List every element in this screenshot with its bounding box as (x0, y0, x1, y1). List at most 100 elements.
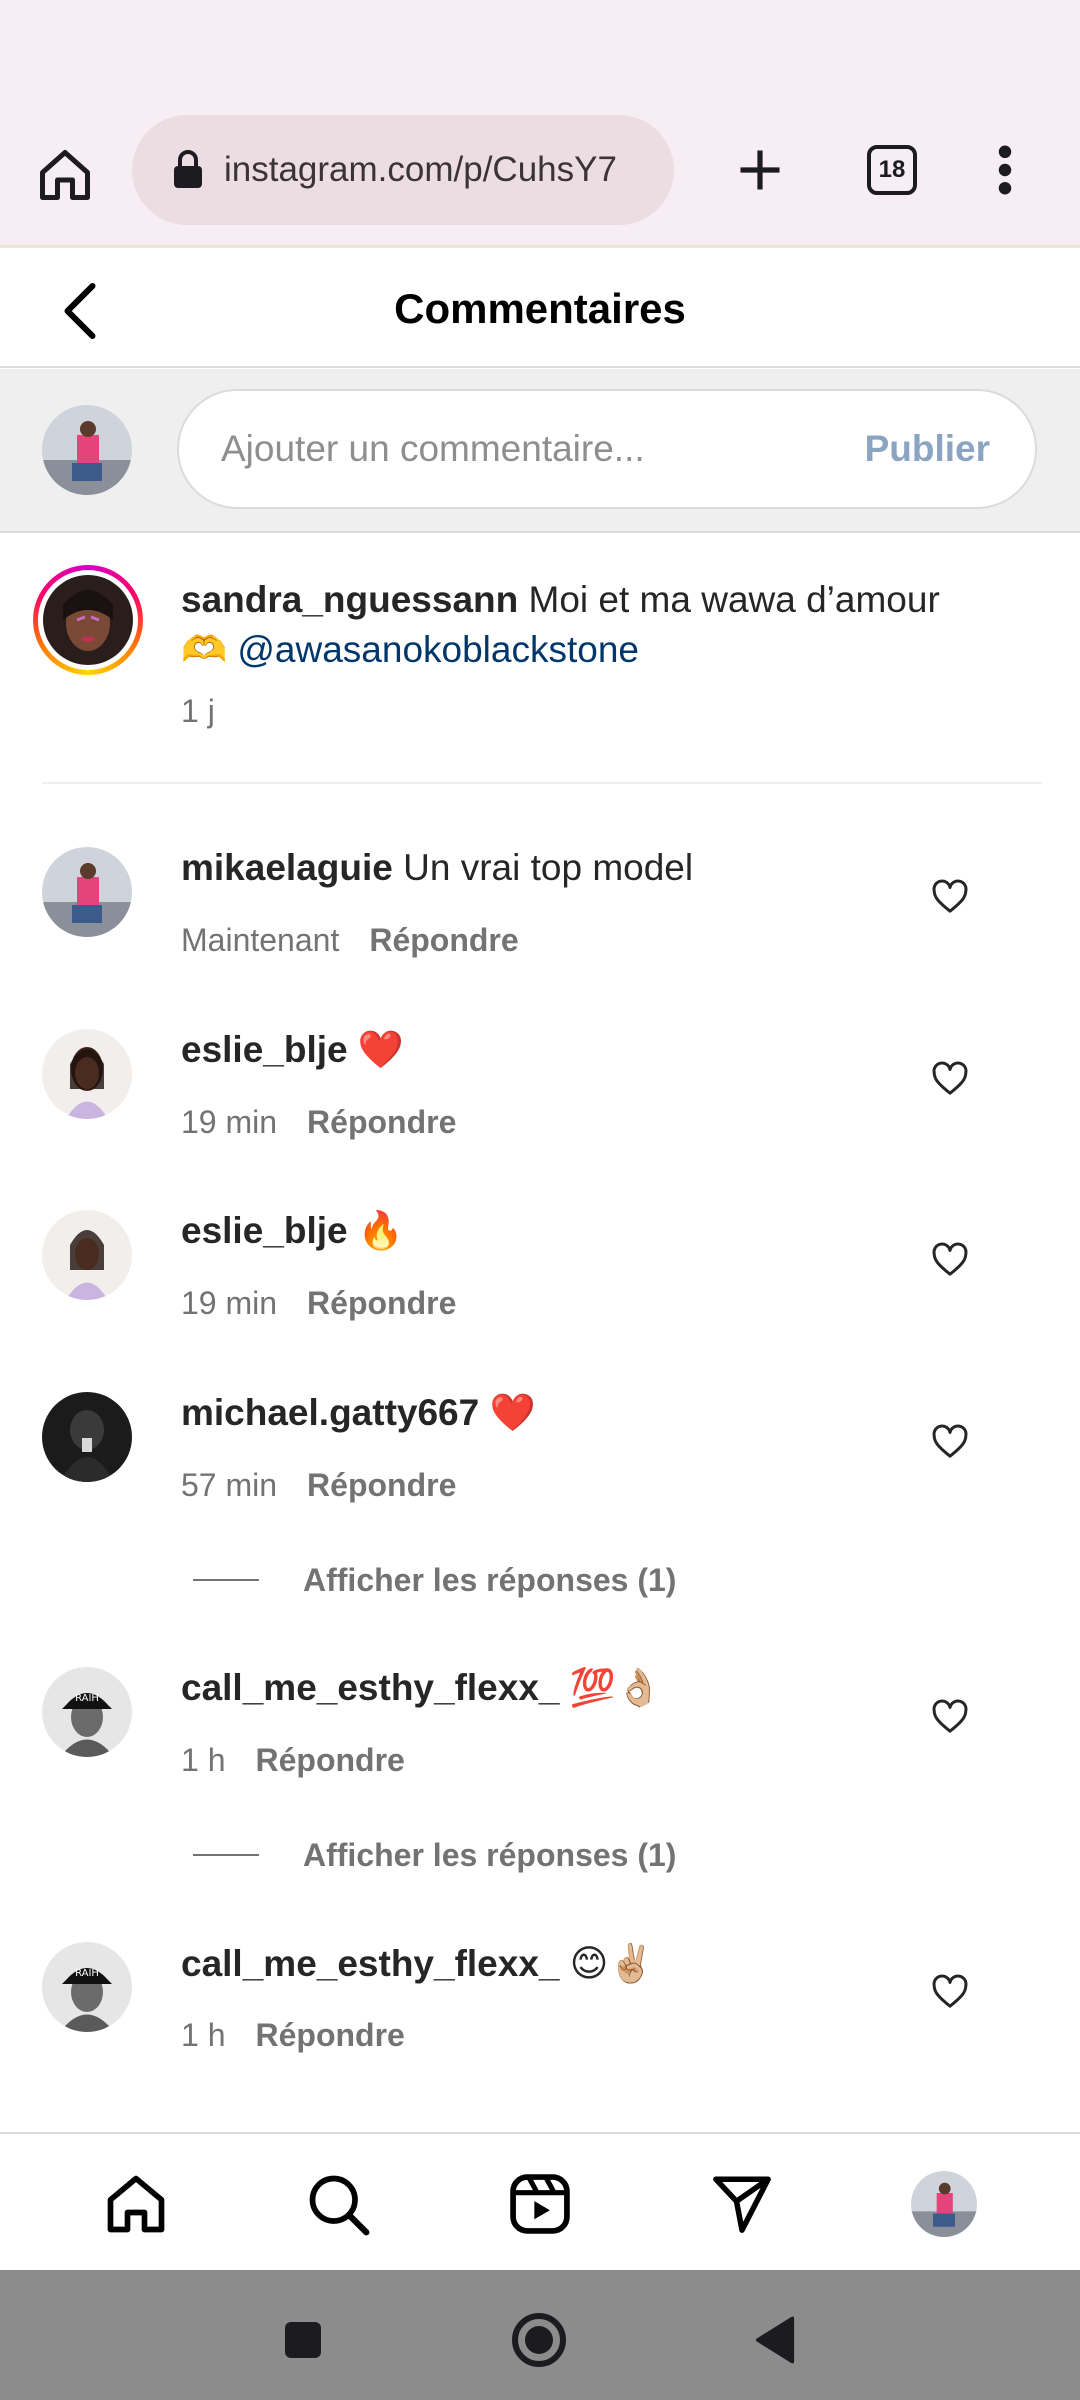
comment-line: call_me_esthy_flexx_ 😊✌🏼 (181, 1942, 654, 1986)
caption-text: sandra_nguessann Moi et ma wawa d’amour … (181, 575, 1041, 675)
back-button[interactable] (50, 276, 110, 346)
reply-button[interactable]: Répondre (369, 922, 518, 958)
avatar[interactable]: RAIH (42, 1667, 132, 1757)
comment-item: mikaelaguie Un vrai top model Maintenant… (0, 835, 1080, 1005)
system-nav-bar (0, 2270, 1080, 2400)
status-bar (0, 0, 1080, 100)
nav-profile-button[interactable] (908, 2168, 980, 2240)
nav-reels-button[interactable] (504, 2168, 576, 2240)
current-user-avatar (42, 405, 132, 495)
recents-button[interactable] (268, 2305, 338, 2375)
heart-icon[interactable] (930, 1059, 970, 1099)
comment-meta: 19 min Répondre (181, 1104, 456, 1141)
avatar (43, 575, 133, 665)
comment-text: ❤️ (357, 1029, 404, 1070)
comment-field: Publier (177, 389, 1037, 509)
heart-icon[interactable] (930, 1240, 970, 1280)
svg-text:RAIH: RAIH (75, 1968, 99, 1979)
comment-line: eslie_blje ❤️ (181, 1029, 404, 1072)
comment-meta: 19 min Répondre (181, 1285, 456, 1322)
nav-home-button[interactable] (100, 2168, 172, 2240)
heart-icon[interactable] (930, 877, 970, 917)
browser-menu-button[interactable] (985, 135, 1025, 205)
comment-username[interactable]: call_me_esthy_flexx_ (181, 1667, 560, 1708)
reply-button[interactable]: Répondre (307, 1285, 456, 1321)
comment-username[interactable]: call_me_esthy_flexx_ (181, 1943, 560, 1984)
reply-button[interactable]: Répondre (255, 2017, 404, 2053)
caption-mention[interactable]: @awasanokoblackstone (237, 629, 639, 670)
reply-button[interactable]: Répondre (307, 1467, 456, 1503)
comment-username[interactable]: michael.gatty667 (181, 1392, 479, 1433)
comment-time: 19 min (181, 1285, 278, 1321)
send-icon (713, 2176, 771, 2233)
browser-toolbar: instagram.com/p/CuhsY7 18 (0, 100, 1080, 248)
tab-switcher-button[interactable]: 18 (862, 140, 922, 200)
comment-meta: 1 h Répondre (181, 2017, 405, 2054)
story-ring-avatar[interactable] (33, 565, 143, 675)
search-icon (309, 2175, 370, 2236)
square-icon (285, 2322, 321, 2358)
divider (42, 782, 1042, 784)
heart-icon[interactable] (930, 1972, 970, 2012)
view-replies-button[interactable]: Afficher les réponses (1) (193, 1555, 676, 1605)
more-vert-icon (998, 145, 1012, 195)
nav-messages-button[interactable] (706, 2168, 778, 2240)
caption-emoji: 🫶 (181, 629, 228, 670)
avatar[interactable] (42, 1029, 132, 1119)
heart-icon[interactable] (930, 1697, 970, 1737)
comment-meta: Maintenant Répondre (181, 922, 519, 959)
reply-button[interactable]: Répondre (307, 1104, 456, 1140)
lock-icon (174, 150, 202, 188)
comment-time: 19 min (181, 1104, 278, 1140)
replies-line (193, 1579, 259, 1581)
comment-line: eslie_blje 🔥 (181, 1210, 404, 1253)
comment-text: Un vrai top model (403, 847, 694, 888)
view-replies-label: Afficher les réponses (1) (303, 1836, 677, 1873)
comment-composer: Publier (0, 369, 1080, 533)
comments-header: Commentaires (0, 251, 1080, 368)
plus-icon (740, 150, 780, 190)
comment-line: michael.gatty667 ❤️ (181, 1392, 536, 1435)
system-home-button[interactable] (504, 2305, 574, 2375)
circle-icon (512, 2313, 566, 2367)
triangle-back-icon (755, 2316, 795, 2364)
comment-text: 💯👌🏼 (569, 1667, 662, 1708)
address-bar[interactable]: instagram.com/p/CuhsY7 (132, 115, 674, 225)
heart-icon[interactable] (930, 1422, 970, 1462)
publish-button[interactable]: Publier (865, 428, 990, 470)
caption-time: 1 j (181, 693, 215, 729)
nav-search-button[interactable] (302, 2168, 374, 2240)
comment-line: call_me_esthy_flexx_ 💯👌🏼 (181, 1667, 662, 1710)
post-caption: sandra_nguessann Moi et ma wawa d’amour … (0, 535, 1080, 785)
view-replies-label: Afficher les réponses (1) (303, 1561, 677, 1598)
avatar[interactable]: RAIH (42, 1942, 132, 2032)
avatar[interactable] (42, 1210, 132, 1300)
reels-icon (510, 2174, 570, 2234)
comment-line: mikaelaguie Un vrai top model (181, 847, 693, 889)
reply-button[interactable]: Répondre (255, 1742, 404, 1778)
bottom-nav (0, 2132, 1080, 2270)
comment-username[interactable]: mikaelaguie (181, 847, 393, 888)
comment-text: ❤️ (489, 1392, 536, 1433)
comment-meta: 1 h Répondre (181, 1742, 405, 1779)
comment-item: eslie_blje ❤️ 19 min Répondre (0, 1017, 1080, 1187)
caption-body: Moi et ma wawa d’amour (528, 579, 940, 620)
profile-avatar (911, 2171, 977, 2237)
comment-item: michael.gatty667 ❤️ 57 min Répondre (0, 1380, 1080, 1550)
comment-username[interactable]: eslie_blje (181, 1029, 348, 1070)
view-replies-button[interactable]: Afficher les réponses (1) (193, 1830, 676, 1880)
avatar[interactable] (42, 1392, 132, 1482)
tab-count: 18 (867, 145, 917, 195)
system-back-button[interactable] (740, 2305, 810, 2375)
replies-line (193, 1854, 259, 1856)
page-title: Commentaires (394, 284, 686, 332)
caption-username[interactable]: sandra_nguessann (181, 579, 518, 620)
avatar[interactable] (42, 847, 132, 937)
browser-home-button[interactable] (30, 140, 100, 210)
comment-meta: 57 min Répondre (181, 1467, 456, 1504)
comment-input[interactable] (221, 409, 865, 489)
comment-time: 1 h (181, 1742, 226, 1778)
comment-item: eslie_blje 🔥 19 min Répondre (0, 1198, 1080, 1368)
comment-username[interactable]: eslie_blje (181, 1210, 348, 1251)
new-tab-button[interactable] (725, 135, 795, 205)
